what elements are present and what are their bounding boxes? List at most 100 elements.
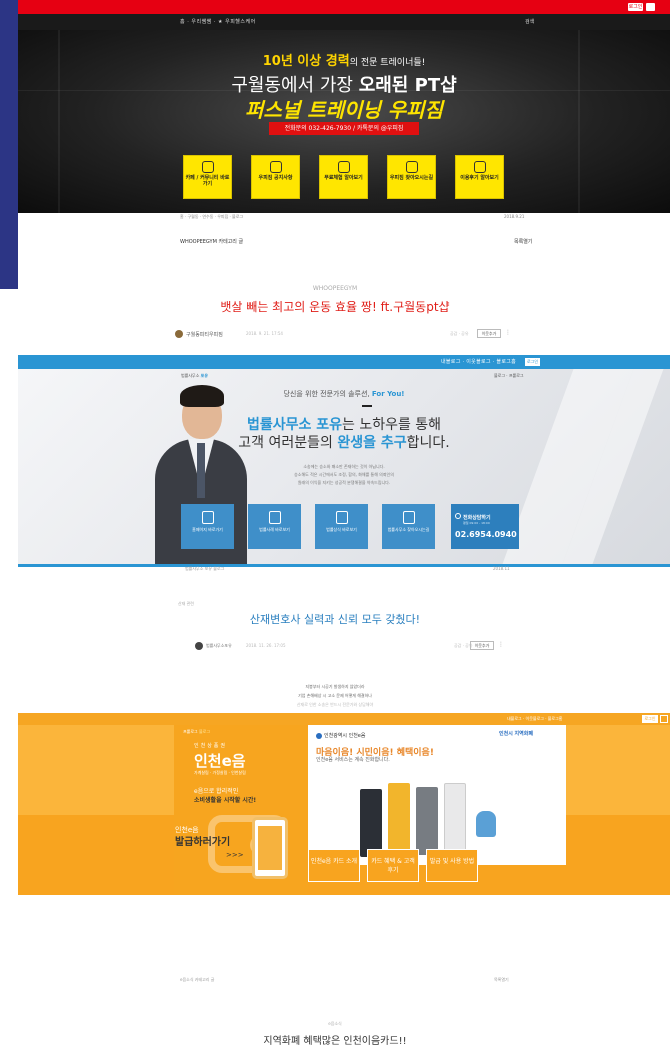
law-underbar xyxy=(18,564,670,567)
gym-add-neighbor-button[interactable]: 이웃추가 xyxy=(477,329,501,338)
screenshot-collage: 로그인 홈 · 우리쌤쌤 · ★ 우피헬스케어 검색 10년 이상 경력의 전문… xyxy=(0,0,670,1051)
law-add-neighbor-button[interactable]: 이웃추가 xyxy=(470,641,494,650)
gym-login-button[interactable]: 로그인 xyxy=(628,3,643,11)
card-intro-button[interactable]: 인천e음 카드 소개 xyxy=(308,849,360,882)
law-breadcrumb[interactable]: 법률사무소 포유 블로그 xyxy=(185,566,224,572)
tab-blog[interactable]: 블로그 xyxy=(199,729,210,734)
gym-top-bar: 로그인 xyxy=(18,0,670,14)
scales-icon xyxy=(201,511,214,524)
gym-post-actions[interactable]: 공감 · 공유 xyxy=(450,331,469,337)
law-top-menu[interactable]: 내블로그 · 이웃블로그 · 블로그홈 xyxy=(441,358,516,365)
card-yellow xyxy=(388,783,410,851)
gym-list-toggle[interactable]: 목록열기 xyxy=(514,238,532,245)
incheon-post-category[interactable]: e음소식 xyxy=(0,1021,670,1027)
law-author-name[interactable]: 법률사무소포유 xyxy=(206,643,232,649)
free-trial-button[interactable]: 무료체험 알아보기 xyxy=(319,155,368,199)
hero-phone-banner: 전화문의 032-426-7930 / 카톡문의 @우피짐 xyxy=(269,122,419,135)
incheon-list-toggle[interactable]: 목록열기 xyxy=(494,977,509,983)
incheon-logo-caption: 가계살림 · 가정살림 · 인천살림 xyxy=(194,770,246,775)
tab-prologue[interactable]: 프롤로그 xyxy=(183,729,199,734)
law-directions-button[interactable]: 법률사무소 찾아오시는길 xyxy=(382,504,435,549)
button-label: 법률상식 바로보기 xyxy=(326,527,357,532)
card-gray xyxy=(416,787,438,855)
incheon-login-button[interactable]: 로그인 xyxy=(642,715,658,723)
incheon-top-bar: 내블로그 · 이웃블로그 · 블로그홈 로그인 xyxy=(18,713,670,725)
reviews-button[interactable]: 이용후기 알아보기 xyxy=(455,155,504,199)
law-tagline: 당신을 위한 전문가의 솔루션, For You! xyxy=(18,389,670,399)
incheon-left-text2: 소비생활을 시작할 시간! xyxy=(194,797,257,804)
incheon-top-menu[interactable]: 내블로그 · 이웃블로그 · 블로그홈 xyxy=(507,716,562,722)
issue-link-arrows[interactable]: >>> xyxy=(226,851,244,859)
button-label: 발급 및 사용 방법 xyxy=(429,858,475,865)
gym-category-title[interactable]: WHOOPEEGYM 카테고리 글 xyxy=(180,238,243,245)
incheon-left-text1: e음으로 합리적인 xyxy=(194,788,239,795)
dumbbell-icon xyxy=(201,161,214,173)
card-white xyxy=(444,783,466,851)
law-heading-line2: 고객 여러분들의 완생을 추구합니다. xyxy=(18,432,670,452)
law-phone-consult[interactable]: 전화상담하기 평일 09:00 - 18:00 02.6954.0940 xyxy=(451,504,519,549)
law-more-icon[interactable]: ⋮ xyxy=(498,641,504,648)
gym-blog-section: 로그인 홈 · 우리쌤쌤 · ★ 우피헬스케어 검색 10년 이상 경력의 전문… xyxy=(18,0,670,325)
law-author-avatar[interactable] xyxy=(195,642,203,650)
law-heading-rest: 는 노하우를 통해 xyxy=(341,417,442,433)
issue-usage-button[interactable]: 발급 및 사용 방법 xyxy=(426,849,478,882)
issue-link-line2[interactable]: 발급하러가기 xyxy=(175,833,230,848)
law-homepage-button[interactable]: 홈페이지 바로가기 xyxy=(181,504,234,549)
incheon-sub-label: 인천상품권 xyxy=(194,743,228,749)
law-heading-bold: 법률사무소 포유 xyxy=(246,417,342,433)
cafe-link-button[interactable]: 카페 / 커뮤니티 바로가기 xyxy=(183,155,232,199)
law-top-links[interactable]: 블로그 · 프롤로그 xyxy=(494,373,524,379)
hero-subtitle: 10년 이상 경력의 전문 트레이너들! xyxy=(18,50,670,69)
law-tagline-b: For You! xyxy=(371,390,405,398)
gym-nav-menu[interactable]: 홈 · 우리쌤쌤 · ★ 우피헬스케어 xyxy=(180,18,256,25)
gym-author-avatar[interactable] xyxy=(175,330,183,338)
building-icon xyxy=(402,511,415,524)
side-accent-bar xyxy=(0,0,18,289)
law-desc-line2: 승소해도 적은 시간에서도 조정, 합의, 화해를 통해 의뢰인의 xyxy=(294,472,394,477)
incheon-category-title[interactable]: e음소식 카테고리 글 xyxy=(180,977,214,983)
gym-menu-button[interactable] xyxy=(646,3,655,11)
law-divider xyxy=(362,405,372,407)
notice-button[interactable]: 우피짐 공지사항 xyxy=(251,155,300,199)
hero-button-row: 카페 / 커뮤니티 바로가기 우피짐 공지사항 무료체험 알아보기 우피짐 찾아… xyxy=(183,155,505,199)
incheon-post-title: 지역화폐 혜택많은 인천이음카드!! xyxy=(263,1036,407,1047)
incheon-mascot-logo: 인천시 지역화폐 xyxy=(499,731,533,737)
law-heading2-c: 합니다. xyxy=(406,435,450,451)
law-login-button[interactable]: 로그인 xyxy=(525,358,540,366)
button-label: 이용후기 알아보기 xyxy=(460,175,499,181)
button-label: 법률사례 바로보기 xyxy=(259,527,290,532)
hero-subtitle-highlight: 10년 이상 경력 xyxy=(262,54,350,69)
law-heading2-b: 완생을 추구 xyxy=(337,435,407,451)
directions-button[interactable]: 우피짐 찾아오시는길 xyxy=(387,155,436,199)
hero-title-line1-a: 구월동에서 가장 xyxy=(231,75,359,96)
button-label: 우피짐 찾아오시는길 xyxy=(389,175,434,181)
law-logo-bold: 포유 xyxy=(200,373,209,378)
law-knowledge-button[interactable]: 법률상식 바로보기 xyxy=(315,504,368,549)
incheon-tabs[interactable]: 프롤로그 블로그 xyxy=(183,729,210,735)
gym-nav-search[interactable]: 검색 xyxy=(525,18,534,25)
incheon-subheading: 인천e음 서비스는 계속 진화합니다. xyxy=(316,757,390,763)
incheon-menu-icon[interactable] xyxy=(660,715,668,723)
gym-more-icon[interactable]: ⋮ xyxy=(505,329,511,336)
card-benefits-button[interactable]: 카드 혜택 & 고객 후기 xyxy=(367,849,419,882)
incheon-brand-text: 인천광역시 인천e음 xyxy=(324,733,366,739)
gym-author-name[interactable]: 구월동피티우피짐 xyxy=(186,331,223,338)
gym-nav-bar: 홈 · 우리쌤쌤 · ★ 우피헬스케어 검색 xyxy=(18,14,670,30)
phone-title: 전화상담하기 xyxy=(463,515,491,521)
gym-hero-banner: 10년 이상 경력의 전문 트레이너들! 구월동에서 가장 오래된 PT샵 퍼스… xyxy=(18,30,670,213)
gym-date-right: 2018.9.21 xyxy=(504,214,525,219)
law-category[interactable]: 산재 관련 xyxy=(178,601,194,607)
gavel-icon xyxy=(335,511,348,524)
gym-brand-label: WHOOPEEGYM xyxy=(312,285,358,292)
button-label: 무료체험 알아보기 xyxy=(324,175,363,181)
hero-subtitle-rest: 의 전문 트레이너들! xyxy=(349,58,426,68)
document-icon xyxy=(268,511,281,524)
law-body-line3: 산재로 인한 소송은 반드시 전문가와 상담해야 xyxy=(296,702,374,707)
hero-title-line1-b: 오래된 PT샵 xyxy=(358,75,457,96)
button-label: 우피짐 공지사항 xyxy=(258,175,293,181)
mascot-character xyxy=(476,811,496,837)
gym-breadcrumb[interactable]: 홈 · 구월동 · 연수동 · 우피짐 · 블로그 xyxy=(180,214,243,220)
phone-number: 02.6954.0940 xyxy=(455,530,517,539)
megaphone-icon xyxy=(269,161,282,173)
law-cases-button[interactable]: 법률사례 바로보기 xyxy=(248,504,301,549)
